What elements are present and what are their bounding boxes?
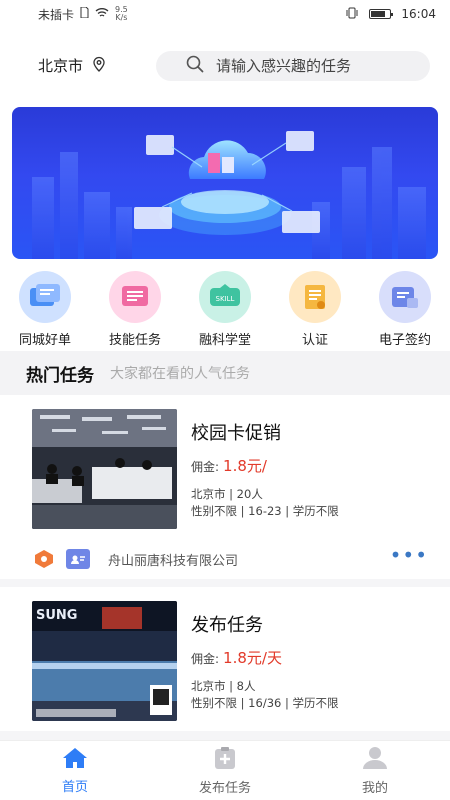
category-item-academy[interactable]: SKILL 融科学堂 xyxy=(185,271,265,351)
task-requirements: 性别不限 | 16/36 | 学历不限 xyxy=(191,696,339,710)
bottom-tab-bar: 首页 发布任务 我的 xyxy=(0,740,450,800)
company-name: 舟山丽唐科技有限公司 xyxy=(108,553,239,569)
task-title: 校园卡促销 xyxy=(191,423,281,444)
search-input[interactable]: 请输入感兴趣的任务 xyxy=(156,50,430,81)
network-speed: 9.5 K/s xyxy=(115,6,128,22)
category-item-local-jobs[interactable]: 同城好单 xyxy=(5,271,85,351)
carrier-text: 未插卡 xyxy=(38,7,75,22)
pay-label: 佣金: xyxy=(191,652,220,666)
esign-icon xyxy=(379,271,431,323)
banner-illustration xyxy=(32,131,426,259)
task-image-store: SUNG xyxy=(32,601,177,721)
doc-cards-icon xyxy=(19,271,71,323)
vibrate-icon xyxy=(345,7,359,22)
category-label: 电子签约 xyxy=(378,333,431,348)
wifi-icon xyxy=(95,7,109,21)
home-icon xyxy=(62,747,88,773)
category-label: 技能任务 xyxy=(108,333,161,348)
user-icon xyxy=(362,746,388,774)
task-card[interactable]: 校园卡促销 佣金: 1.8元/ 北京市 | 20人 性别不限 | 16-23 |… xyxy=(0,395,450,579)
city-label: 北京市 xyxy=(38,57,84,75)
task-card[interactable]: SUNG 发布任务 佣金: 1.8元/天 北京市 | 8人 性别不限 | 16/… xyxy=(0,587,450,731)
status-bar: 未插卡 9.5 K/s 16:04 xyxy=(0,0,450,28)
tab-profile[interactable]: 我的 xyxy=(320,746,430,796)
clock: 16:04 xyxy=(401,7,436,21)
tab-label: 发布任务 xyxy=(198,780,251,796)
pay-value: 1.8元/天 xyxy=(223,649,282,667)
tab-label: 我的 xyxy=(361,780,388,796)
task-location: 北京市 | 8人 xyxy=(191,679,256,693)
tab-home[interactable]: 首页 xyxy=(20,747,130,795)
hot-tasks-header: 热门任务 大家都在看的人气任务 xyxy=(0,351,450,395)
category-item-esign[interactable]: 电子签约 xyxy=(365,271,445,351)
promo-banner[interactable] xyxy=(12,107,438,259)
category-item-certification[interactable]: 认证 xyxy=(275,271,355,351)
category-item-skill-tasks[interactable]: 技能任务 xyxy=(95,271,175,351)
task-pay: 佣金: 1.8元/天 xyxy=(191,647,428,668)
publish-clipboard-icon xyxy=(213,746,237,774)
task-location: 北京市 | 20人 xyxy=(191,487,263,501)
svg-text:SKILL: SKILL xyxy=(216,295,235,303)
category-label: 融科学堂 xyxy=(198,333,251,348)
city-selector[interactable]: 北京市 xyxy=(38,55,138,76)
company-badge-icon xyxy=(32,549,56,569)
task-title: 发布任务 xyxy=(191,615,263,636)
store-sign-text: SUNG xyxy=(36,608,77,623)
skill-doc-icon xyxy=(109,271,161,323)
verified-id-icon xyxy=(66,549,90,569)
sim-icon xyxy=(80,6,89,21)
skill-badge-icon: SKILL xyxy=(199,271,251,323)
pay-label: 佣金: xyxy=(191,460,220,474)
task-image-office xyxy=(32,409,177,529)
task-requirements: 性别不限 | 16-23 | 学历不限 xyxy=(191,504,339,518)
category-label: 同城好单 xyxy=(18,333,71,348)
category-grid: 同城好单 技能任务 SKILL 融科学堂 认证 电子签约 xyxy=(0,259,450,351)
speed-unit: K/s xyxy=(115,13,128,22)
search-placeholder: 请输入感兴趣的任务 xyxy=(216,57,352,75)
task-pay: 佣金: 1.8元/ xyxy=(191,455,428,476)
location-pin-icon xyxy=(91,56,107,76)
pay-value: 1.8元/ xyxy=(223,457,267,475)
more-options-icon[interactable]: ••• xyxy=(390,545,428,568)
certificate-icon xyxy=(289,271,341,323)
search-icon xyxy=(186,55,204,77)
section-title: 热门任务 xyxy=(26,365,94,386)
section-subtitle: 大家都在看的人气任务 xyxy=(110,366,250,382)
tab-publish-task[interactable]: 发布任务 xyxy=(170,746,280,796)
battery-icon xyxy=(369,9,394,19)
top-bar: 北京市 请输入感兴趣的任务 xyxy=(0,28,450,103)
category-label: 认证 xyxy=(301,333,328,348)
tab-label: 首页 xyxy=(61,779,88,795)
